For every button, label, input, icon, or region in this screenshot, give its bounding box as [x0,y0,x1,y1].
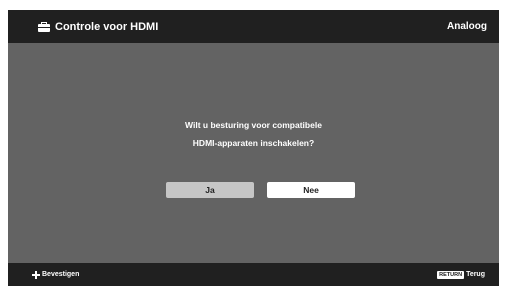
no-button[interactable]: Nee [267,182,355,198]
footer-bar: Bevestigen RETURN Terug [8,263,499,286]
confirm-hint-label: Bevestigen [42,271,80,278]
input-source-label: Analoog [447,21,487,32]
dialog-message-line-1: Wilt u besturing voor compatibele [185,120,322,130]
return-hint-label: Terug [466,271,485,278]
return-hint: RETURN Terug [437,263,485,286]
header-bar: Controle voor HDMI Analoog [8,10,499,43]
header-title-group: Controle voor HDMI [38,10,158,43]
dialog-message: Wilt u besturing voor compatibele HDMI-a… [8,116,499,152]
page-title: Controle voor HDMI [55,20,159,33]
return-button-badge: RETURN [437,270,465,279]
tv-menu-screen: Controle voor HDMI Analoog Wilt u bestur… [8,10,499,286]
dpad-icon [32,270,40,279]
toolbox-icon [38,21,50,32]
confirm-hint: Bevestigen [32,263,79,286]
dialog-message-line-2: HDMI-apparaten inschakelen? [192,138,315,148]
yes-button[interactable]: Ja [166,182,254,198]
